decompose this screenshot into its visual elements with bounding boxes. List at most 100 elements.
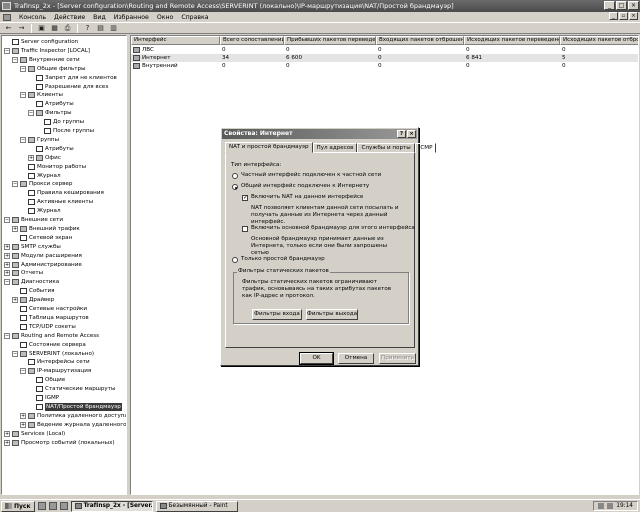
collapse-icon[interactable]: − xyxy=(4,279,10,286)
tree-item[interactable]: + Драйвер xyxy=(12,296,54,304)
start-button[interactable]: Пуск xyxy=(1,500,35,512)
collapse-icon[interactable]: − xyxy=(20,136,26,143)
menu-console[interactable]: Консоль xyxy=(19,14,46,21)
export-list-icon[interactable]: ⎙ xyxy=(62,24,73,33)
cancel-button[interactable]: Отмена xyxy=(338,353,374,364)
radio-public-interface[interactable] xyxy=(232,184,238,190)
expand-icon[interactable]: + xyxy=(12,225,18,232)
app-icon[interactable] xyxy=(2,2,11,10)
tree-item[interactable]: Запрет для не клиентов xyxy=(28,74,117,82)
properties-icon[interactable]: ▤ xyxy=(95,24,106,33)
mdi-minimize-button[interactable]: _ xyxy=(609,12,618,20)
menu-window[interactable]: Окно xyxy=(157,14,173,21)
collapse-icon[interactable]: − xyxy=(4,217,10,223)
expand-icon[interactable]: + xyxy=(4,243,10,250)
refresh-icon[interactable]: ▥ xyxy=(108,24,119,33)
column-header[interactable]: Входящих пакетов отброшено xyxy=(376,36,464,45)
column-header[interactable]: Интерфейс xyxy=(131,36,220,45)
radio-private-label[interactable]: Частный интерфейс подключен к частной се… xyxy=(241,172,381,179)
mdi-close-button[interactable]: × xyxy=(629,12,638,20)
dialog-help-button[interactable]: ? xyxy=(397,130,406,138)
tree-item[interactable]: − IP-маршрутизация xyxy=(20,367,91,375)
radio-firewall-only[interactable] xyxy=(232,257,238,263)
tree-item[interactable]: Разрешение для всех xyxy=(28,83,109,91)
table-row[interactable]: Внутренний 0 0 0 0 0 xyxy=(131,62,638,70)
tree-item[interactable]: Журнал xyxy=(20,207,61,215)
close-button[interactable]: × xyxy=(628,1,639,10)
tray-volume-icon[interactable] xyxy=(607,503,614,509)
tree-item[interactable]: TCP/UDP сокеты xyxy=(12,323,76,331)
column-header[interactable]: Исходящих пакетов переведено xyxy=(464,36,560,45)
menu-favorites[interactable]: Избранное xyxy=(114,14,149,21)
tree-item[interactable]: IGMP xyxy=(28,394,59,402)
expand-icon[interactable]: + xyxy=(4,252,10,259)
expand-icon[interactable]: + xyxy=(4,439,10,446)
expand-icon[interactable]: + xyxy=(4,430,10,437)
clock[interactable]: 19:14 xyxy=(616,503,633,509)
taskbar-task-trafinsp[interactable]: TrafInsp_2x - [Server... xyxy=(70,500,153,512)
collapse-icon[interactable]: − xyxy=(12,181,18,188)
collapse-icon[interactable]: − xyxy=(4,332,10,339)
tree-item[interactable]: − Routing and Remote Access xyxy=(4,332,99,340)
tree-item[interactable]: + Services (Local) xyxy=(4,430,65,438)
tree-item[interactable]: Атрибуты xyxy=(28,100,74,108)
tree-item[interactable]: + Внешний трафик xyxy=(12,225,80,233)
console-system-icon[interactable] xyxy=(3,13,11,21)
tree-item[interactable]: Общие xyxy=(28,376,65,384)
tree-item[interactable]: − Диагностика xyxy=(4,278,59,286)
back-arrow-icon[interactable]: ← xyxy=(3,24,14,33)
menu-action[interactable]: Действие xyxy=(54,14,85,21)
expand-icon[interactable]: + xyxy=(28,154,34,161)
tree-item[interactable]: − Внутренние сети xyxy=(12,56,80,64)
quicklaunch-explorer-icon[interactable] xyxy=(59,502,68,510)
table-row[interactable]: ЛВС 0 0 0 0 0 xyxy=(131,46,638,54)
tree-item[interactable]: − Общие фильтры xyxy=(20,65,86,73)
tab-nat-firewall[interactable]: NAT и простой брандмауэр xyxy=(225,142,313,153)
tree-item[interactable]: Правила кеширования xyxy=(20,189,104,197)
tree-item[interactable]: Сетевой экран xyxy=(12,234,72,242)
apply-button[interactable]: Применить xyxy=(379,353,416,364)
dialog-close-button[interactable]: × xyxy=(407,130,416,138)
tree-item[interactable]: + SMTP службы xyxy=(4,243,61,251)
tab-icmp[interactable]: ICMP xyxy=(414,143,437,153)
collapse-icon[interactable]: − xyxy=(4,47,10,54)
show-tree-icon[interactable]: ▦ xyxy=(49,24,60,33)
column-header[interactable]: Исходящих пакетов отбро xyxy=(560,36,638,45)
tree-item[interactable]: Состояние сервера xyxy=(12,341,86,349)
console-tree[interactable]: Server configuration − Traffic Inspector [… xyxy=(1,35,127,495)
radio-firewall-only-label[interactable]: Только простой брандмауэр xyxy=(241,256,325,263)
tree-item[interactable]: − Traffic Inspector [LOCAL] xyxy=(4,47,90,55)
expand-icon[interactable]: + xyxy=(4,270,10,277)
mdi-restore-button[interactable]: ▫ xyxy=(619,12,628,20)
tree-item[interactable]: + Отчеты xyxy=(4,269,43,277)
checkbox-enable-firewall[interactable] xyxy=(242,226,248,232)
help-icon[interactable]: ? xyxy=(82,24,93,33)
column-header[interactable]: Прибывших пакетов переведено xyxy=(284,36,376,45)
collapse-icon[interactable]: − xyxy=(20,65,26,72)
tree-item[interactable]: + Офис xyxy=(28,154,61,162)
inbound-filters-button[interactable]: Фильтры входа xyxy=(252,309,302,320)
tree-item[interactable]: + Просмотр событий (локальных) xyxy=(4,439,115,447)
window-title-bar[interactable]: TrafInsp_2x - [Server configuration\Rout… xyxy=(0,0,640,12)
outbound-filters-button[interactable]: Фильтры выхода xyxy=(306,309,358,320)
tree-item[interactable]: + Политика удаленного доступа xyxy=(20,412,126,420)
collapse-icon[interactable]: − xyxy=(20,92,26,99)
forward-arrow-icon[interactable]: → xyxy=(16,24,27,33)
tree-item[interactable]: До группы xyxy=(36,118,84,126)
radio-private-interface[interactable] xyxy=(232,173,238,179)
tree-item[interactable]: Журнал xyxy=(20,172,61,180)
expand-icon[interactable]: + xyxy=(4,261,10,268)
menu-help[interactable]: Справка xyxy=(181,14,208,21)
tree-item[interactable]: − Внешние сети xyxy=(4,216,63,224)
tree-item[interactable]: Таблица маршрутов xyxy=(12,314,89,322)
minimize-button[interactable]: _ xyxy=(604,1,615,10)
maximize-button[interactable]: □ xyxy=(616,1,627,10)
column-header[interactable]: Всего сопоставлений xyxy=(220,36,284,45)
expand-icon[interactable]: + xyxy=(20,412,26,419)
up-level-icon[interactable]: ▣ xyxy=(36,24,47,33)
collapse-icon[interactable]: − xyxy=(20,368,26,375)
checkbox-enable-nat-label[interactable]: Включить NAT на данном интерфейсе xyxy=(251,194,363,201)
tree-item[interactable]: Сетевые настройки xyxy=(12,305,87,313)
radio-public-label[interactable]: Общий интерфейс подключен к Интернету xyxy=(241,183,369,190)
tree-item[interactable]: + Администрирование xyxy=(4,261,82,269)
